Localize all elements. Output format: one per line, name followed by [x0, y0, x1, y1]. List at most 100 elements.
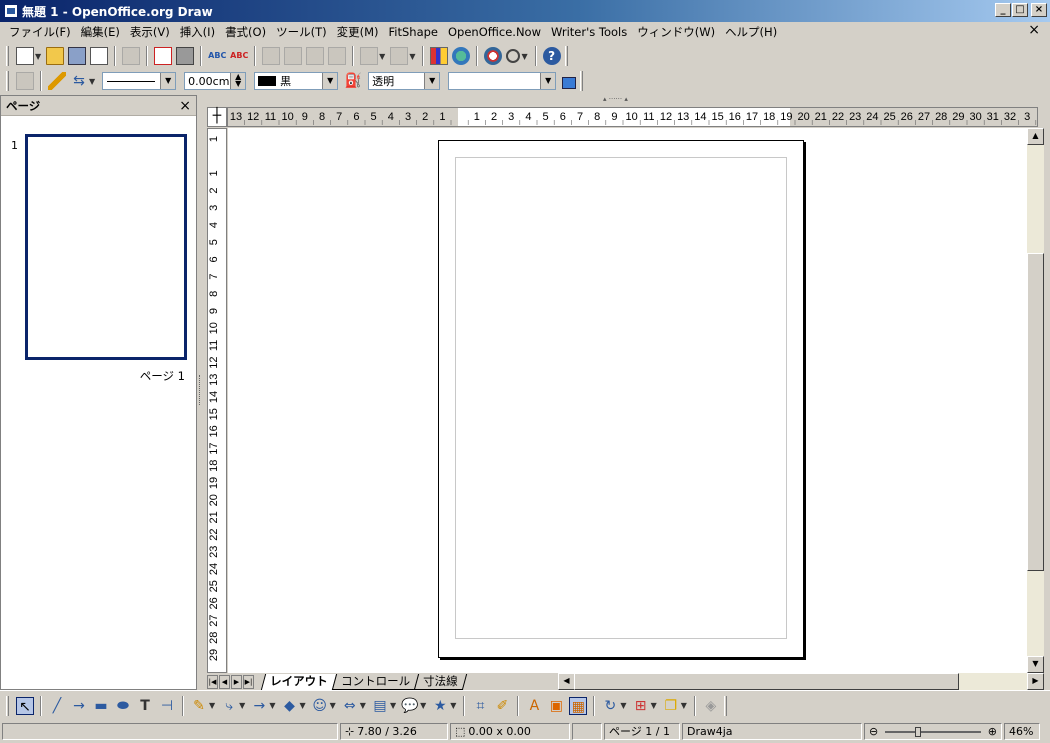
vertical-scroll-thumb[interactable]: [1027, 253, 1044, 571]
lines-arrows-icon[interactable]: →: [250, 697, 268, 715]
ellipse-icon[interactable]: ⬬: [114, 697, 132, 715]
vertical-scrollbar[interactable]: ▲ ▼: [1027, 128, 1044, 673]
area-icon[interactable]: ⛽: [344, 72, 362, 90]
prev-tab-icon[interactable]: ◀: [219, 674, 230, 689]
callouts-dropdown-icon[interactable]: ▼: [420, 701, 426, 710]
copy-icon[interactable]: [284, 47, 303, 65]
area-style-select[interactable]: 透明 ▼: [368, 72, 441, 90]
toolbar-dock-handle[interactable]: [203, 95, 1050, 107]
from-file-icon[interactable]: ▣: [547, 697, 565, 715]
rotate-icon[interactable]: ↻: [601, 697, 619, 715]
fontwork-icon[interactable]: A: [525, 697, 543, 715]
toolbar-end-grip[interactable]: [564, 46, 568, 66]
chevron-down-icon[interactable]: ▼: [322, 73, 338, 89]
curve-dropdown-icon[interactable]: ▼: [209, 701, 215, 710]
curve-icon[interactable]: ✎: [190, 697, 208, 715]
cut-icon[interactable]: [262, 47, 281, 65]
connector-dropdown-icon[interactable]: ▼: [239, 701, 245, 710]
flowchart-dropdown-icon[interactable]: ▼: [390, 701, 396, 710]
undo-dropdown-icon[interactable]: ▼: [379, 52, 385, 61]
tab-controls[interactable]: コントロール: [331, 673, 419, 690]
help-icon[interactable]: ?: [542, 47, 561, 65]
ruler-corner-tab-icon[interactable]: ┼: [207, 107, 227, 127]
arrow-style-icon[interactable]: ⇆: [70, 72, 88, 90]
chevron-down-icon[interactable]: ▼: [540, 73, 556, 89]
zoom-handle[interactable]: [915, 726, 922, 737]
open-icon[interactable]: [46, 47, 65, 65]
navigator-icon[interactable]: [484, 47, 503, 65]
lines-arrows-dropdown-icon[interactable]: ▼: [269, 701, 275, 710]
undo-icon[interactable]: [360, 47, 379, 65]
drawing-page[interactable]: [438, 140, 804, 658]
shadow-icon[interactable]: [562, 76, 577, 89]
save-icon[interactable]: [68, 47, 87, 65]
pages-panel-close-button[interactable]: ×: [179, 98, 191, 114]
menu-insert[interactable]: 挿入(I): [175, 24, 220, 40]
format-paintbrush-icon[interactable]: [328, 47, 347, 65]
toolbar-end-grip[interactable]: [580, 71, 584, 91]
menu-tools[interactable]: ツール(T): [271, 24, 332, 40]
paste-icon[interactable]: [306, 47, 325, 65]
arrange-icon[interactable]: ❐: [662, 697, 680, 715]
symbol-shapes-dropdown-icon[interactable]: ▼: [330, 701, 336, 710]
pdf-icon[interactable]: [154, 47, 173, 65]
alignment-icon[interactable]: ⊞: [632, 697, 650, 715]
chevron-down-icon[interactable]: ▼: [160, 73, 176, 89]
menu-openoffice-now[interactable]: OpenOffice.Now: [443, 25, 546, 39]
area-fill-select[interactable]: ▼: [448, 72, 557, 90]
gallery-icon[interactable]: [452, 47, 471, 65]
spin-icon[interactable]: ▲ ▼: [230, 73, 246, 89]
minimize-button[interactable]: _: [995, 3, 1011, 17]
next-tab-icon[interactable]: ▶: [231, 674, 242, 689]
line-icon[interactable]: [48, 72, 66, 90]
styles-icon[interactable]: [16, 72, 34, 90]
callouts-icon[interactable]: 💬: [401, 697, 419, 715]
zoom-in-icon[interactable]: ⊕: [988, 724, 997, 739]
zoom-percent[interactable]: 46%: [1004, 723, 1040, 740]
menu-file[interactable]: ファイル(F): [4, 24, 76, 40]
zoom-out-icon[interactable]: ⊖: [869, 724, 878, 739]
flowchart-icon[interactable]: ▤: [371, 697, 389, 715]
line-width-input[interactable]: 0.00cm ▲ ▼: [184, 72, 247, 90]
vertical-text-icon[interactable]: ⊣: [158, 697, 176, 715]
gallery-toggle-icon[interactable]: ▦: [569, 696, 588, 715]
rotate-dropdown-icon[interactable]: ▼: [620, 701, 626, 710]
arrow-line-icon[interactable]: →: [70, 697, 88, 715]
toolbar-grip[interactable]: [6, 71, 9, 91]
new-dropdown-icon[interactable]: ▼: [35, 52, 41, 61]
menu-window[interactable]: ウィンドウ(W): [632, 24, 720, 40]
zoom-slider[interactable]: ⊖ ⊕: [864, 723, 1002, 740]
block-arrows-icon[interactable]: ⇔: [341, 697, 359, 715]
alignment-dropdown-icon[interactable]: ▼: [651, 701, 657, 710]
basic-shapes-icon[interactable]: ◆: [280, 697, 298, 715]
autospell-icon[interactable]: ABC: [230, 47, 248, 65]
toolbar-grip[interactable]: [6, 695, 9, 716]
connector-icon[interactable]: ⤷: [220, 697, 238, 715]
first-tab-icon[interactable]: |◀: [207, 674, 218, 689]
new-icon[interactable]: [16, 47, 34, 65]
glue-points-icon[interactable]: ✐: [493, 697, 511, 715]
vertical-ruler[interactable]: 1 1 2 3 4 5 6 7 8 9 10 11 12 13 14 15 16 17 18 19 20 21 22 23 24…: [207, 128, 227, 673]
tab-layout[interactable]: レイアウト: [260, 673, 337, 690]
scroll-down-icon[interactable]: ▼: [1027, 656, 1044, 673]
status-style[interactable]: Draw4ja: [682, 723, 862, 740]
horizontal-scroll-thumb[interactable]: [574, 673, 959, 690]
zoom-dropdown-icon[interactable]: ▼: [521, 52, 527, 61]
block-arrows-dropdown-icon[interactable]: ▼: [360, 701, 366, 710]
toolbar-grip[interactable]: [6, 46, 9, 66]
menu-help[interactable]: ヘルプ(H): [720, 24, 782, 40]
symbol-shapes-icon[interactable]: ☺: [311, 697, 329, 715]
zoom-icon[interactable]: [506, 49, 521, 63]
menu-fitshape[interactable]: FitShape: [384, 25, 444, 39]
toolbar-end-grip[interactable]: [723, 695, 727, 716]
document-close-button[interactable]: ×: [1028, 22, 1040, 38]
edit-icon[interactable]: [122, 47, 141, 65]
scroll-left-icon[interactable]: ◀: [558, 673, 575, 690]
stars-dropdown-icon[interactable]: ▼: [450, 701, 456, 710]
stars-icon[interactable]: ★: [431, 697, 449, 715]
rectangle-icon[interactable]: ▬: [92, 697, 110, 715]
menu-modify[interactable]: 変更(M): [332, 24, 384, 40]
tab-dimension-lines[interactable]: 寸法線: [413, 673, 467, 690]
menu-edit[interactable]: 編集(E): [76, 24, 125, 40]
menu-view[interactable]: 表示(V): [125, 24, 175, 40]
